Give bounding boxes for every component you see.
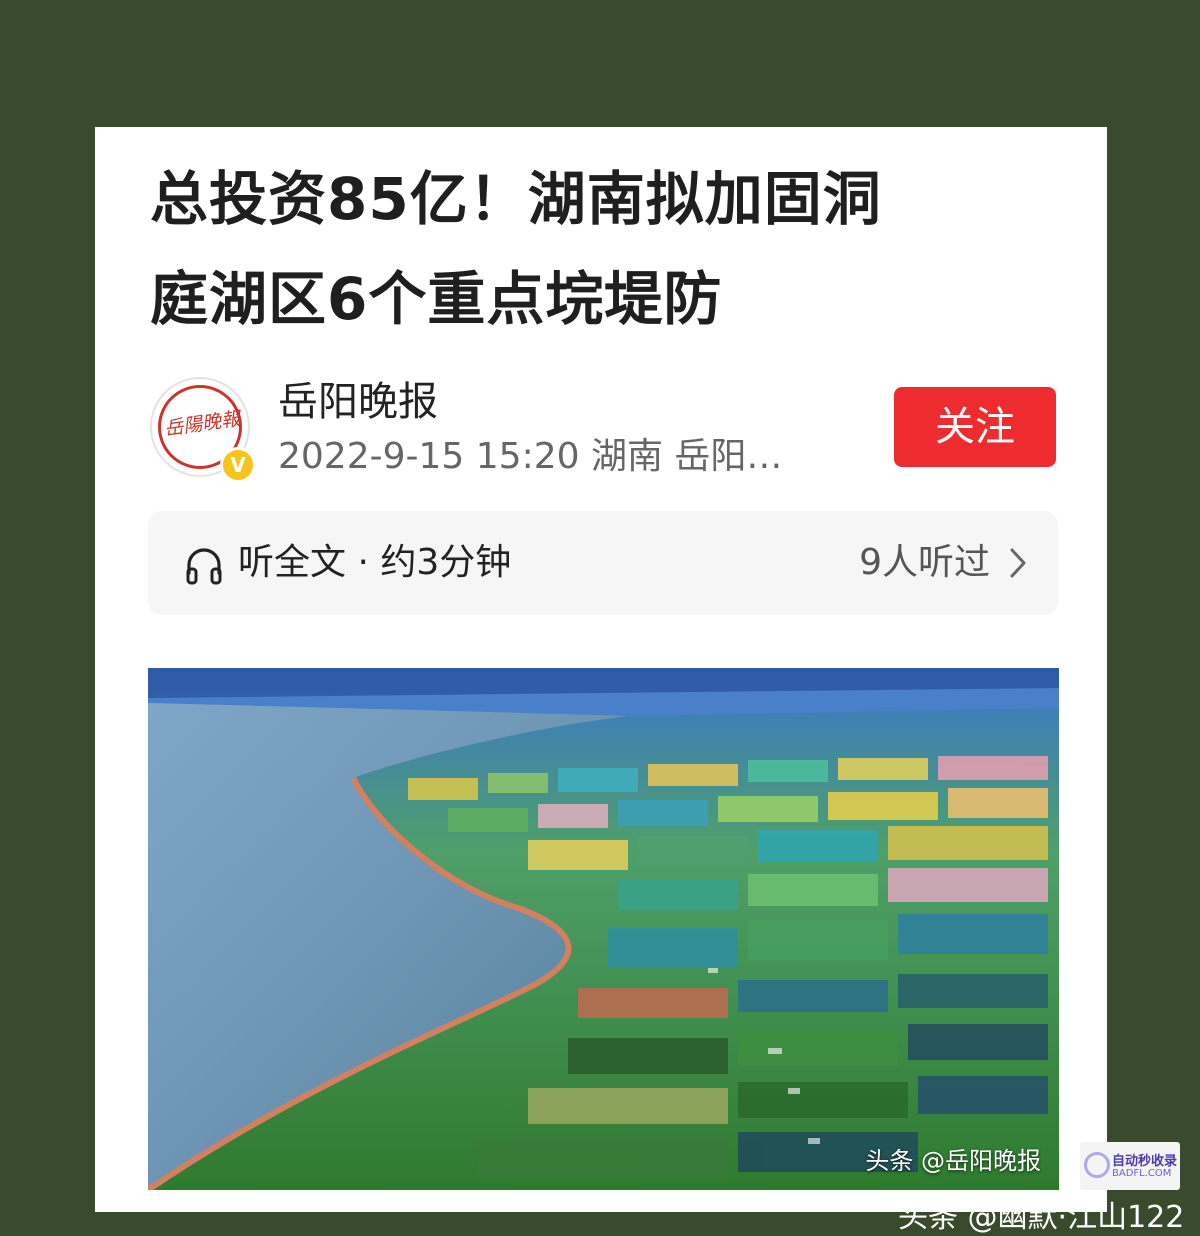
- listener-count: 9人听过: [859, 542, 990, 583]
- listen-bar[interactable]: 听全文 · 约3分钟 9人听过: [148, 511, 1058, 615]
- chevron-right-icon: [1010, 548, 1026, 578]
- avatar[interactable]: 岳陽晚報 V: [150, 377, 256, 483]
- article-card: 总投资85亿！湖南拟加固洞 庭湖区6个重点垸堤防 岳陽晚報 V 岳阳晚报 202…: [95, 127, 1107, 1212]
- globe-icon: [1084, 1152, 1110, 1178]
- author-meta: 2022-9-15 15:20 湖南 岳阳…: [278, 436, 783, 477]
- footer-credit: 头条 @幽默·江山122: [898, 1200, 1185, 1235]
- corner-logo-main: 自动秒收录: [1112, 1154, 1178, 1169]
- title-line-1: 总投资85亿！湖南拟加固洞: [150, 165, 882, 233]
- article-photo[interactable]: 头条 @岳阳晚报: [148, 668, 1059, 1190]
- author-row: 岳陽晚報 V 岳阳晚报 2022-9-15 15:20 湖南 岳阳… 关注: [150, 377, 1060, 483]
- photo-watermark: 头条 @岳阳晚报: [865, 1147, 1041, 1175]
- headphone-icon: [186, 548, 222, 585]
- aerial-lake-farmland-image: [148, 668, 1059, 1190]
- follow-button[interactable]: 关注: [894, 387, 1056, 467]
- listen-label: 听全文 · 约3分钟: [238, 542, 512, 583]
- article-title: 总投资85亿！湖南拟加固洞 庭湖区6个重点垸堤防: [150, 149, 1050, 349]
- corner-logo-sub: BADFL.COM: [1112, 1168, 1172, 1179]
- verified-badge-icon: V: [220, 447, 256, 483]
- title-line-2: 庭湖区6个重点垸堤防: [150, 265, 723, 333]
- corner-site-logo: 自动秒收录 BADFL.COM: [1080, 1142, 1180, 1190]
- author-name[interactable]: 岳阳晚报: [278, 377, 438, 427]
